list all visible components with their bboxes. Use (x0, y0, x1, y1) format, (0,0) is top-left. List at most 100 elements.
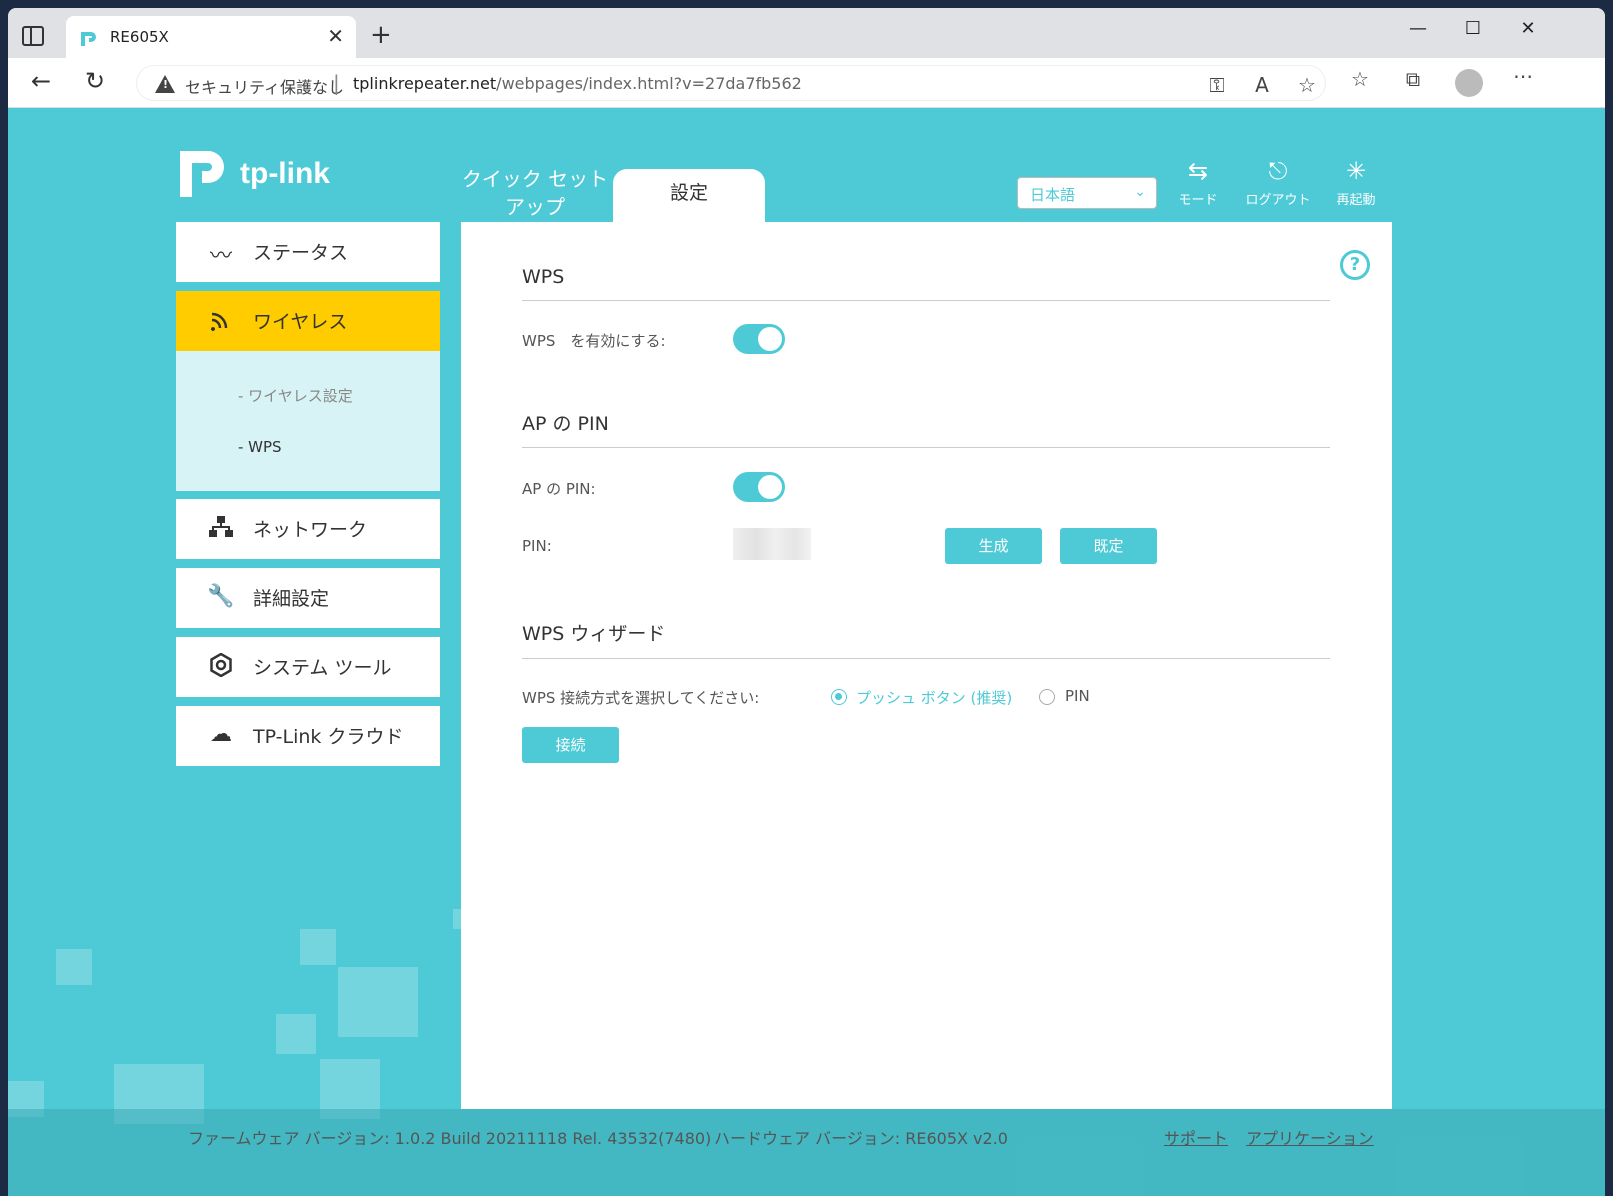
section-title-wizard: WPS ウィザード (522, 623, 666, 645)
hardware-version: ハードウェア バージョン: RE605X v2.0 (714, 1129, 1008, 1148)
tab-quick-setup[interactable]: クイック セット アップ (460, 165, 610, 221)
decor-square (338, 967, 418, 1037)
wireless-submenu: - ワイヤレス設定 - WPS (176, 351, 440, 491)
sidebar-item-advanced[interactable]: 🔧 詳細設定 (176, 568, 440, 628)
maximize-icon[interactable]: ☐ (1453, 18, 1493, 39)
radio-push-button-label[interactable]: プッシュ ボタン (推奨) (856, 687, 1012, 708)
url-field[interactable]: セキュリティ保護なし | tplinkrepeater.net/webpages… (136, 65, 1326, 101)
wps-enable-toggle[interactable] (733, 324, 785, 354)
sidebar-item-label: TP-Link クラウド (253, 726, 404, 748)
sidebar-item-system-tools[interactable]: システム ツール (176, 637, 440, 697)
content-panel: ? WPS WPS を有効にする: AP の PIN AP の PIN: PIN… (461, 222, 1392, 1109)
tplink-favicon-icon (81, 32, 96, 46)
sidebar-item-label: システム ツール (253, 657, 392, 679)
reboot-button[interactable]: ✳ 再起動 (1318, 157, 1394, 208)
logout-icon: ⎋ (1268, 157, 1288, 185)
sidebar-item-label: ネットワーク (253, 519, 368, 541)
new-tab-icon[interactable]: + (370, 20, 392, 50)
tplink-logo[interactable]: tp-link (176, 145, 356, 205)
status-icon: 〰 (209, 244, 232, 269)
firmware-version: ファームウェア バージョン: 1.0.2 Build 20211118 Rel.… (188, 1129, 712, 1148)
tab-bar: RE605X ✕ + — ☐ ✕ (8, 8, 1605, 58)
pin-value-blurred (733, 528, 811, 560)
url-text[interactable]: tplinkrepeater.net/webpages/index.html?v… (353, 74, 802, 93)
security-status[interactable]: セキュリティ保護なし (185, 74, 344, 98)
sidebar-item-cloud[interactable]: ☁ TP-Link クラウド (176, 706, 440, 766)
close-window-icon[interactable]: ✕ (1508, 18, 1548, 39)
support-link[interactable]: サポート (1164, 1125, 1228, 1149)
ap-pin-toggle[interactable] (733, 472, 785, 502)
warning-icon (155, 75, 175, 93)
advanced-icon: 🔧 (207, 584, 235, 609)
footer: ファームウェア バージョン: 1.0.2 Build 20211118 Rel.… (8, 1109, 1605, 1196)
url-host: tplinkrepeater.net (353, 74, 497, 93)
reboot-label: 再起動 (1336, 193, 1376, 208)
browser-tab[interactable]: RE605X ✕ (66, 16, 356, 58)
add-favorite-icon[interactable]: ☆ (1292, 73, 1322, 97)
logout-button[interactable]: ⎋ ログアウト (1240, 157, 1316, 208)
browser-window: RE605X ✕ + — ☐ ✕ ← ↻ セキュリティ保護なし | tplink… (8, 8, 1605, 1196)
tab-actions-icon[interactable] (22, 26, 44, 46)
key-icon[interactable]: ⚿ (1202, 73, 1232, 97)
url-path: /webpages/index.html?v=27da7fb562 (496, 74, 802, 93)
back-icon[interactable]: ← (24, 67, 58, 95)
minimize-icon[interactable]: — (1398, 18, 1438, 39)
tab-quick-line2: アップ (505, 195, 565, 219)
section-title-ap-pin: AP の PIN (522, 413, 609, 435)
reboot-icon: ✳ (1345, 157, 1367, 185)
divider (522, 447, 1330, 448)
sub-item-wireless-settings[interactable]: - ワイヤレス設定 (238, 385, 353, 406)
app-link[interactable]: アプリケーション (1246, 1125, 1374, 1149)
read-aloud-icon[interactable]: A (1247, 73, 1277, 97)
mode-button[interactable]: ⇆ モード (1160, 157, 1236, 208)
router-page: tp-link クイック セット アップ 設定 日本語 ⌄ ⇆ モード ⎋ ログ… (8, 109, 1605, 1196)
wireless-icon (206, 307, 236, 337)
ap-pin-label: AP の PIN: (522, 480, 596, 498)
cloud-icon: ☁ (210, 722, 232, 747)
sidebar-item-label: 詳細設定 (253, 588, 330, 610)
profile-avatar[interactable] (1455, 69, 1483, 97)
method-label: WPS 接続方式を選択してください: (522, 689, 760, 707)
language-value: 日本語 (1030, 186, 1076, 204)
sidebar-item-wireless[interactable]: ワイヤレス (176, 291, 440, 351)
decor-square (300, 929, 336, 965)
radio-pin[interactable] (1039, 689, 1055, 705)
decor-square (453, 909, 461, 929)
sidebar-item-label: ステータス (253, 242, 349, 264)
connect-button[interactable]: 接続 (522, 727, 619, 763)
divider (522, 658, 1330, 659)
gear-icon (206, 652, 236, 683)
logout-label: ログアウト (1245, 193, 1311, 208)
divider (522, 300, 1330, 301)
wps-enable-label: WPS を有効にする: (522, 332, 666, 350)
section-title-wps: WPS (522, 266, 565, 288)
tab-quick-line1: クイック セット (461, 167, 609, 191)
more-menu-icon[interactable]: ⋯ (1508, 64, 1538, 88)
decor-square (276, 1014, 316, 1054)
help-icon[interactable]: ? (1340, 250, 1370, 280)
reload-icon[interactable]: ↻ (78, 67, 112, 95)
language-select[interactable]: 日本語 ⌄ (1017, 177, 1157, 209)
chevron-down-icon: ⌄ (1134, 184, 1146, 200)
generate-button[interactable]: 生成 (945, 528, 1042, 564)
sidebar-item-status[interactable]: 〰 ステータス (176, 222, 440, 282)
sidebar-item-label: ワイヤレス (253, 311, 348, 333)
mode-label: モード (1178, 193, 1218, 208)
network-icon (206, 515, 236, 545)
mode-icon: ⇆ (1187, 157, 1209, 185)
logo-text: tp-link (240, 157, 330, 190)
decor-square (56, 949, 92, 985)
address-bar: ← ↻ セキュリティ保護なし | tplinkrepeater.net/webp… (8, 58, 1605, 108)
radio-push-button[interactable] (831, 689, 847, 705)
default-button[interactable]: 既定 (1060, 528, 1157, 564)
close-tab-icon[interactable]: ✕ (327, 24, 344, 48)
radio-pin-label[interactable]: PIN (1065, 687, 1090, 705)
url-separator: | (333, 71, 340, 95)
collections-icon[interactable]: ⧉ (1398, 67, 1428, 91)
tab-settings[interactable]: 設定 (613, 169, 765, 222)
pin-label: PIN: (522, 537, 552, 555)
favorites-icon[interactable]: ☆ (1345, 67, 1375, 91)
sub-item-wps[interactable]: - WPS (238, 438, 282, 456)
tplink-logo-icon (180, 151, 224, 197)
sidebar-item-network[interactable]: ネットワーク (176, 499, 440, 559)
